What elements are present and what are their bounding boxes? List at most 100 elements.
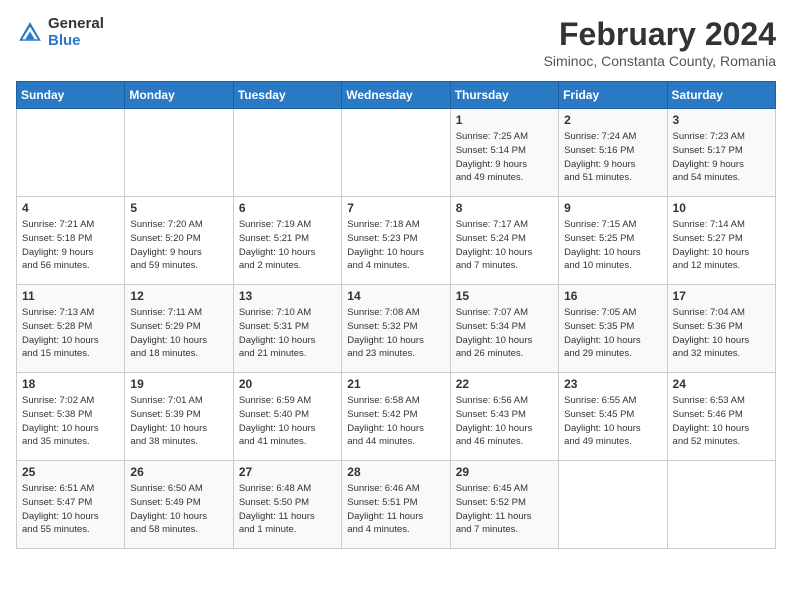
day-number: 8 (456, 201, 553, 215)
logo-blue: Blue (48, 33, 104, 50)
weekday-header-friday: Friday (559, 82, 667, 109)
calendar-cell: 6 Sunrise: 7:19 AM Sunset: 5:21 PM Daylig… (233, 197, 341, 285)
weekday-header-thursday: Thursday (450, 82, 558, 109)
day-number: 2 (564, 113, 661, 127)
calendar-cell: 15Sunrise: 7:07 AM Sunset: 5:34 PM Dayli… (450, 285, 558, 373)
day-info: Sunrise: 6:46 AM Sunset: 5:51 PM Dayligh… (347, 482, 444, 537)
day-info: Sunrise: 7:24 AM Sunset: 5:16 PM Dayligh… (564, 130, 661, 185)
day-number: 19 (130, 377, 227, 391)
day-info: Sunrise: 7:08 AM Sunset: 5:32 PM Dayligh… (347, 306, 444, 361)
day-info: Sunrise: 7:20 AM Sunset: 5:20 PM Dayligh… (130, 218, 227, 273)
weekday-header-row: SundayMondayTuesdayWednesdayThursdayFrid… (17, 82, 776, 109)
calendar-cell (233, 109, 341, 197)
calendar-cell: 28 Sunrise: 6:46 AM Sunset: 5:51 PM Dayli… (342, 461, 450, 549)
logo-text: General Blue (48, 16, 104, 49)
day-info: Sunrise: 7:15 AM Sunset: 5:25 PM Dayligh… (564, 218, 661, 273)
day-number: 22 (456, 377, 553, 391)
calendar-cell: 14 Sunrise: 7:08 AM Sunset: 5:32 PM Dayli… (342, 285, 450, 373)
title-block: February 2024 Siminoc, Constanta County,… (544, 16, 776, 69)
day-number: 17 (673, 289, 770, 303)
day-number: 25 (22, 465, 119, 479)
day-info: Sunrise: 7:18 AM Sunset: 5:23 PM Dayligh… (347, 218, 444, 273)
day-number: 14 (347, 289, 444, 303)
weekday-header-monday: Monday (125, 82, 233, 109)
calendar-cell: 12Sunrise: 7:11 AM Sunset: 5:29 PM Dayli… (125, 285, 233, 373)
calendar-cell: 21Sunrise: 6:58 AM Sunset: 5:42 PM Dayli… (342, 373, 450, 461)
calendar-cell (667, 461, 775, 549)
logo-icon (16, 19, 44, 47)
day-number: 7 (347, 201, 444, 215)
calendar-cell (125, 109, 233, 197)
day-info: Sunrise: 7:01 AM Sunset: 5:39 PM Dayligh… (130, 394, 227, 449)
day-info: Sunrise: 6:50 AM Sunset: 5:49 PM Dayligh… (130, 482, 227, 537)
day-number: 4 (22, 201, 119, 215)
calendar-cell: 19 Sunrise: 7:01 AM Sunset: 5:39 PM Dayli… (125, 373, 233, 461)
calendar-cell: 26 Sunrise: 6:50 AM Sunset: 5:49 PM Dayli… (125, 461, 233, 549)
calendar-cell: 24Sunrise: 6:53 AM Sunset: 5:46 PM Dayli… (667, 373, 775, 461)
logo: General Blue (16, 16, 104, 49)
calendar-cell: 2 Sunrise: 7:24 AM Sunset: 5:16 PM Daylig… (559, 109, 667, 197)
calendar-cell: 10 Sunrise: 7:14 AM Sunset: 5:27 PM Dayli… (667, 197, 775, 285)
calendar-cell: 1 Sunrise: 7:25 AM Sunset: 5:14 PM Daylig… (450, 109, 558, 197)
day-number: 5 (130, 201, 227, 215)
day-info: Sunrise: 7:02 AM Sunset: 5:38 PM Dayligh… (22, 394, 119, 449)
calendar-cell: 18 Sunrise: 7:02 AM Sunset: 5:38 PM Dayli… (17, 373, 125, 461)
day-info: Sunrise: 6:58 AM Sunset: 5:42 PM Dayligh… (347, 394, 444, 449)
calendar-cell: 4 Sunrise: 7:21 AM Sunset: 5:18 PM Daylig… (17, 197, 125, 285)
day-info: Sunrise: 6:53 AM Sunset: 5:46 PM Dayligh… (673, 394, 770, 449)
day-number: 13 (239, 289, 336, 303)
weekday-header-wednesday: Wednesday (342, 82, 450, 109)
calendar-cell: 22 Sunrise: 6:56 AM Sunset: 5:43 PM Dayli… (450, 373, 558, 461)
day-info: Sunrise: 6:48 AM Sunset: 5:50 PM Dayligh… (239, 482, 336, 537)
day-info: Sunrise: 6:55 AM Sunset: 5:45 PM Dayligh… (564, 394, 661, 449)
day-number: 28 (347, 465, 444, 479)
day-info: Sunrise: 6:45 AM Sunset: 5:52 PM Dayligh… (456, 482, 553, 537)
day-number: 3 (673, 113, 770, 127)
week-row-2: 4 Sunrise: 7:21 AM Sunset: 5:18 PM Daylig… (17, 197, 776, 285)
day-number: 29 (456, 465, 553, 479)
day-info: Sunrise: 7:21 AM Sunset: 5:18 PM Dayligh… (22, 218, 119, 273)
calendar-subtitle: Siminoc, Constanta County, Romania (544, 53, 776, 69)
calendar-cell: 29 Sunrise: 6:45 AM Sunset: 5:52 PM Dayli… (450, 461, 558, 549)
calendar-cell (559, 461, 667, 549)
weekday-header-tuesday: Tuesday (233, 82, 341, 109)
calendar-cell: 7 Sunrise: 7:18 AM Sunset: 5:23 PM Daylig… (342, 197, 450, 285)
day-info: Sunrise: 7:05 AM Sunset: 5:35 PM Dayligh… (564, 306, 661, 361)
day-info: Sunrise: 7:25 AM Sunset: 5:14 PM Dayligh… (456, 130, 553, 185)
day-info: Sunrise: 6:56 AM Sunset: 5:43 PM Dayligh… (456, 394, 553, 449)
day-info: Sunrise: 7:14 AM Sunset: 5:27 PM Dayligh… (673, 218, 770, 273)
weekday-header-saturday: Saturday (667, 82, 775, 109)
logo-general: General (48, 16, 104, 33)
calendar-cell: 8 Sunrise: 7:17 AM Sunset: 5:24 PM Daylig… (450, 197, 558, 285)
calendar-cell: 27 Sunrise: 6:48 AM Sunset: 5:50 PM Dayli… (233, 461, 341, 549)
week-row-5: 25 Sunrise: 6:51 AM Sunset: 5:47 PM Dayli… (17, 461, 776, 549)
calendar-cell: 17Sunrise: 7:04 AM Sunset: 5:36 PM Dayli… (667, 285, 775, 373)
day-number: 26 (130, 465, 227, 479)
day-number: 27 (239, 465, 336, 479)
day-info: Sunrise: 6:51 AM Sunset: 5:47 PM Dayligh… (22, 482, 119, 537)
day-info: Sunrise: 7:17 AM Sunset: 5:24 PM Dayligh… (456, 218, 553, 273)
day-info: Sunrise: 7:19 AM Sunset: 5:21 PM Dayligh… (239, 218, 336, 273)
day-number: 6 (239, 201, 336, 215)
day-info: Sunrise: 7:23 AM Sunset: 5:17 PM Dayligh… (673, 130, 770, 185)
day-info: Sunrise: 7:07 AM Sunset: 5:34 PM Dayligh… (456, 306, 553, 361)
page-header: General Blue February 2024 Siminoc, Cons… (16, 16, 776, 69)
calendar-title: February 2024 (544, 16, 776, 53)
calendar-cell: 23Sunrise: 6:55 AM Sunset: 5:45 PM Dayli… (559, 373, 667, 461)
day-info: Sunrise: 7:11 AM Sunset: 5:29 PM Dayligh… (130, 306, 227, 361)
week-row-4: 18 Sunrise: 7:02 AM Sunset: 5:38 PM Dayli… (17, 373, 776, 461)
day-number: 10 (673, 201, 770, 215)
day-number: 9 (564, 201, 661, 215)
weekday-header-sunday: Sunday (17, 82, 125, 109)
calendar-cell: 25 Sunrise: 6:51 AM Sunset: 5:47 PM Dayli… (17, 461, 125, 549)
day-number: 11 (22, 289, 119, 303)
calendar-cell: 11Sunrise: 7:13 AM Sunset: 5:28 PM Dayli… (17, 285, 125, 373)
calendar-cell: 3 Sunrise: 7:23 AM Sunset: 5:17 PM Daylig… (667, 109, 775, 197)
day-info: Sunrise: 7:10 AM Sunset: 5:31 PM Dayligh… (239, 306, 336, 361)
calendar-cell: 20Sunrise: 6:59 AM Sunset: 5:40 PM Dayli… (233, 373, 341, 461)
day-number: 1 (456, 113, 553, 127)
calendar-cell: 5 Sunrise: 7:20 AM Sunset: 5:20 PM Daylig… (125, 197, 233, 285)
calendar-cell (342, 109, 450, 197)
calendar-cell (17, 109, 125, 197)
day-number: 18 (22, 377, 119, 391)
